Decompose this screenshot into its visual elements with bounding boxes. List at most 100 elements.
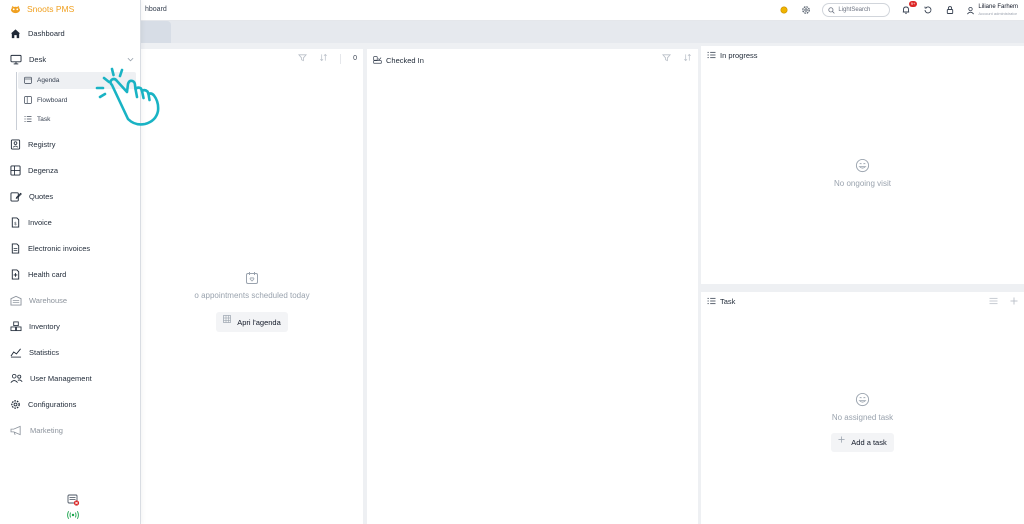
sidebar-item-marketing[interactable]: Marketing [10,423,63,437]
sidebar-item-label: Invoice [28,217,52,227]
filter-icon[interactable] [298,53,308,64]
sidebar-item-quotes[interactable]: Quotes [10,189,53,203]
notifications-bell-icon[interactable]: 9+ [900,1,918,16]
brand[interactable]: Snoots PMS [10,4,74,14]
task-smiley-icon [855,392,870,407]
svg-text:$: $ [14,221,17,227]
column-divider [340,53,342,64]
configurations-gear-icon [11,399,20,409]
settings-gear-icon[interactable] [800,4,812,16]
agenda-calendar-icon [24,76,32,84]
checked-in-title: Checked In [386,55,424,65]
sidebar-item-label: Desk [29,54,47,64]
plus-icon [838,436,845,443]
in-progress-empty-text: No ongoing visit [834,179,891,188]
sidebar-item-user-management[interactable]: User Management [10,371,92,385]
tab-strip [141,21,1024,43]
degenza-board-icon [10,164,21,176]
sidebar-item-registry[interactable]: Registry [10,137,56,151]
sidebar-item-electronic-invoices[interactable]: Electronic invoices [10,241,90,255]
appointments-column-tools: 0 [298,53,357,64]
task-title: Task [720,296,736,306]
sidebar-item-statistics[interactable]: Statistics [10,345,59,359]
history-icon[interactable] [922,4,934,16]
submenu-rail [16,72,17,130]
sidebar-subitem-flowboard[interactable]: Flowboard [24,94,67,106]
in-progress-title: In progress [720,50,758,60]
task-panel: Task No assigned task Add a task [701,292,1024,524]
sidebar: Snoots PMS Dashboard Desk Agenda Flowboa… [0,0,141,524]
sidebar-subitem-label: Agenda [37,76,60,84]
task-list-view-icon[interactable] [989,297,998,307]
sidebar-item-inventory[interactable]: Inventory [10,319,60,333]
task-empty-state: No assigned task Add a task [701,392,1024,452]
user-menu[interactable]: Liliane Farhem Account administrator [966,4,1018,16]
lock-icon[interactable] [944,4,956,16]
sidebar-item-invoice[interactable]: $ Invoice [10,215,52,229]
open-agenda-button[interactable]: Apri l'agenda [216,312,288,332]
users-icon [10,373,23,383]
task-add-icon[interactable] [1010,297,1018,307]
tab-active[interactable] [141,21,171,43]
grid-icon [223,315,232,323]
checked-in-filter-icon[interactable] [662,53,671,64]
quotes-edit-icon [10,191,22,202]
sidebar-item-desk[interactable]: Desk [10,52,134,66]
sidebar-item-label: Electronic invoices [28,243,91,253]
flowboard-icon [24,96,32,104]
theme-sun-icon[interactable] [778,4,790,16]
user-name: Liliane Farhem [978,4,1018,10]
sidebar-item-label: Dashboard [28,28,65,38]
search-icon [828,6,835,14]
desktop-icon [10,54,22,64]
breadcrumb[interactable]: hboard [145,6,167,13]
sort-icon[interactable] [319,53,328,64]
sidebar-item-label: Registry [28,139,56,149]
appointments-empty-text: o appointments scheduled today [194,291,310,300]
task-checklist-icon [24,116,32,122]
brand-name: Snoots PMS [27,4,75,14]
search-input[interactable]: LightSearch [822,3,891,17]
in-progress-empty-state: No ongoing visit [701,158,1024,188]
header-tools: LightSearch 9+ Liliane Farhem Account ad… [778,1,1018,17]
checked-in-icon [373,56,382,64]
sidebar-item-health-card[interactable]: Health card [10,267,66,281]
task-header: Task [701,292,1024,310]
brand-logo-icon [11,5,20,13]
electronic-invoice-icon [11,242,20,254]
user-role: Account administrator [978,11,1017,16]
registry-contact-icon [10,138,21,150]
notification-badge: 9+ [908,1,918,7]
user-icon [967,6,975,14]
sidebar-item-label: Degenza [28,165,59,175]
sidebar-item-warehouse[interactable]: Warehouse [10,293,67,307]
statistics-chart-icon [10,348,22,357]
connection-signal-icon [63,510,83,520]
megaphone-icon [10,425,21,435]
checked-in-tools [662,53,692,64]
in-progress-header: In progress [701,46,1024,64]
home-icon [10,28,21,38]
sidebar-item-configurations[interactable]: Configurations [10,397,76,411]
search-placeholder: LightSearch [838,7,871,13]
sidebar-subitem-label: Flowboard [37,96,68,104]
add-task-button[interactable]: Add a task [831,433,894,452]
checked-in-sort-icon[interactable] [683,53,692,64]
in-progress-panel: In progress No ongoing visit [701,46,1024,284]
appointments-count: 0 [353,55,357,62]
sidebar-item-label: Configurations [28,399,77,409]
invoice-document-icon: $ [11,216,20,228]
task-tools [989,297,1018,307]
sidebar-subitem-task[interactable]: Task [24,113,50,125]
checked-in-header: Checked In [367,51,698,69]
sidebar-item-label: Quotes [29,191,54,201]
sidebar-subitem-agenda[interactable]: Agenda [24,74,59,86]
appointments-empty-state: o appointments scheduled today Apri l'ag… [141,271,363,332]
list-icon [707,51,716,59]
printer-status-icon[interactable] [63,493,83,507]
sidebar-item-dashboard[interactable]: Dashboard [10,26,65,40]
sidebar-item-degenza[interactable]: Degenza [10,163,58,177]
open-agenda-label: Apri l'agenda [237,317,281,327]
chevron-down-icon[interactable] [127,57,134,62]
smiley-icon [855,158,870,173]
